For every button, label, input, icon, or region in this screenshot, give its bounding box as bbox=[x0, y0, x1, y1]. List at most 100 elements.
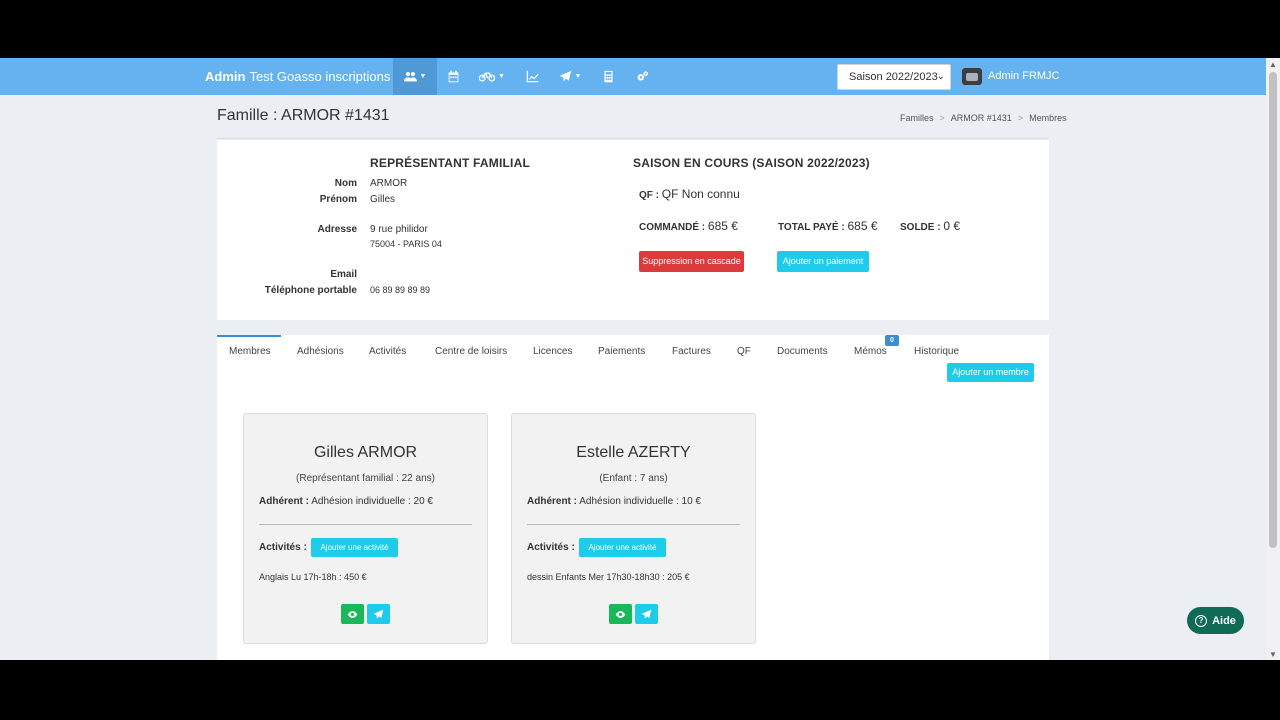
adhesion-value: Adhésion individuelle : 20 € bbox=[311, 496, 433, 507]
divider bbox=[259, 524, 472, 525]
member-role: (Représentant familial : 22 ans) bbox=[296, 473, 435, 484]
tab-paiements[interactable]: Paiements bbox=[598, 346, 645, 357]
season-select-value: Saison 2022/2023 bbox=[849, 71, 938, 83]
message-member-button[interactable] bbox=[635, 604, 658, 624]
app-viewport: Admin Test Goasso inscriptions ▼ ▼ ▼ Sais… bbox=[0, 58, 1280, 660]
adresse-line1: 9 rue philidor bbox=[370, 224, 428, 235]
activity-item: dessin Enfants Mer 17h30-18h30 : 205 € bbox=[527, 572, 690, 582]
nav-activities-menu[interactable]: ▼ bbox=[476, 58, 508, 95]
qf-info: QF : QF Non connu bbox=[639, 187, 740, 201]
telephone-value: 06 89 89 89 89 bbox=[370, 285, 431, 295]
nav-members-menu[interactable]: ▼ bbox=[393, 58, 437, 95]
activities-label: Activités : bbox=[259, 542, 307, 553]
tab-membres[interactable]: Membres bbox=[229, 346, 271, 357]
adhesion-value: Adhésion individuelle : 10 € bbox=[579, 496, 701, 507]
total-paye-value: 685 € bbox=[847, 219, 878, 233]
add-payment-button[interactable]: Ajouter un paiement bbox=[777, 251, 869, 272]
brand-admin: Admin bbox=[205, 69, 246, 84]
nav-messages-menu[interactable]: ▼ bbox=[556, 58, 584, 95]
memo-count-badge: 0 bbox=[885, 335, 899, 346]
activity-item: Anglais Lu 17h-18h : 450 € bbox=[259, 572, 367, 582]
avatar[interactable] bbox=[962, 68, 982, 85]
scroll-down-icon[interactable]: ▼ bbox=[1269, 650, 1277, 659]
nav-calendar[interactable] bbox=[442, 58, 464, 95]
member-card: Gilles ARMOR (Représentant familial : 22… bbox=[243, 413, 488, 644]
nav-settings[interactable] bbox=[631, 58, 653, 95]
breadcrumb-familles[interactable]: Familles bbox=[900, 113, 934, 123]
tab-historique[interactable]: Historique bbox=[914, 346, 959, 357]
paper-plane-icon bbox=[641, 609, 652, 619]
nav-stats[interactable] bbox=[521, 58, 543, 95]
member-adhesion: Adhérent : Adhésion individuelle : 10 € bbox=[527, 496, 701, 507]
brand[interactable]: Admin Test Goasso inscriptions bbox=[205, 58, 390, 95]
tab-adhesions[interactable]: Adhésions bbox=[297, 346, 344, 357]
adhesion-label: Adhérent : bbox=[527, 496, 577, 507]
eye-icon bbox=[615, 610, 626, 618]
member-adhesion: Adhérent : Adhésion individuelle : 20 € bbox=[259, 496, 433, 507]
solde-label: SOLDE : bbox=[900, 222, 941, 233]
season-heading: SAISON EN COURS (SAISON 2022/2023) bbox=[633, 156, 870, 170]
add-member-button[interactable]: Ajouter un membre bbox=[947, 363, 1034, 382]
page-title: Famille : ARMOR #1431 bbox=[217, 107, 390, 124]
commande-value: 685 € bbox=[707, 219, 738, 233]
brand-title: Test Goasso inscriptions bbox=[249, 69, 391, 84]
users-icon bbox=[403, 71, 417, 82]
commande-info: COMMANDÉ : 685 € bbox=[639, 219, 738, 233]
adresse-label: Adresse bbox=[317, 224, 357, 235]
chevron-down-icon: ▼ bbox=[419, 73, 427, 80]
member-role: (Enfant : 7 ans) bbox=[599, 473, 668, 484]
season-select[interactable]: Saison 2022/2023 ⌄ bbox=[837, 64, 951, 90]
family-panel: REPRÉSENTANT FAMILIAL Nom ARMOR Prénom G… bbox=[217, 140, 1049, 320]
line-chart-icon bbox=[526, 70, 539, 83]
total-paye-label: TOTAL PAYÉ : bbox=[778, 222, 845, 233]
help-button[interactable]: ? Aide bbox=[1187, 607, 1244, 634]
page-scrollbar[interactable]: ▲ ▼ bbox=[1266, 58, 1280, 660]
breadcrumb-famille[interactable]: ARMOR #1431 bbox=[951, 113, 1012, 123]
message-member-button[interactable] bbox=[367, 604, 390, 624]
commande-label: COMMANDÉ : bbox=[639, 222, 706, 233]
qf-value: QF Non connu bbox=[661, 187, 740, 201]
calculator-icon bbox=[603, 70, 613, 83]
telephone-label: Téléphone portable bbox=[264, 285, 357, 296]
prenom-label: Prénom bbox=[319, 194, 357, 205]
tab-qf[interactable]: QF bbox=[737, 346, 751, 357]
tab-documents[interactable]: Documents bbox=[777, 346, 828, 357]
help-label: Aide bbox=[1212, 614, 1236, 627]
adhesion-label: Adhérent : bbox=[259, 496, 309, 507]
chevron-down-icon: ▼ bbox=[574, 73, 582, 80]
chevron-down-icon: ▼ bbox=[498, 73, 505, 80]
breadcrumb: Familles > ARMOR #1431 > Membres bbox=[900, 113, 1067, 123]
tabs-panel: Membres Adhésions Activités Centre de lo… bbox=[217, 335, 1049, 660]
paper-plane-icon bbox=[373, 609, 384, 619]
breadcrumb-separator: > bbox=[1017, 113, 1024, 123]
cogs-icon bbox=[637, 71, 648, 81]
email-label: Email bbox=[330, 269, 357, 280]
view-member-button[interactable] bbox=[609, 604, 632, 624]
member-name: Estelle AZERTY bbox=[576, 444, 691, 461]
adresse-line2: 75004 - PARIS 04 bbox=[370, 239, 442, 249]
user-menu[interactable]: Admin FRMJC bbox=[988, 58, 1060, 95]
question-circle-icon: ? bbox=[1195, 614, 1208, 627]
scroll-up-icon[interactable]: ▲ bbox=[1269, 60, 1277, 69]
add-activity-button[interactable]: Ajouter une activité bbox=[311, 538, 398, 557]
representative-heading: REPRÉSENTANT FAMILIAL bbox=[370, 156, 530, 170]
tab-factures[interactable]: Factures bbox=[672, 346, 711, 357]
nom-label: Nom bbox=[334, 178, 357, 189]
tab-licences[interactable]: Licences bbox=[533, 346, 572, 357]
nav-accounting[interactable] bbox=[597, 58, 619, 95]
qf-label: QF : bbox=[639, 190, 659, 201]
scrollbar-thumb[interactable] bbox=[1269, 72, 1277, 548]
prenom-value: Gilles bbox=[370, 194, 396, 205]
paper-plane-icon bbox=[559, 70, 571, 82]
activities-label: Activités : bbox=[527, 542, 575, 553]
member-card: Estelle AZERTY (Enfant : 7 ans) Adhérent… bbox=[511, 413, 756, 644]
tab-activites[interactable]: Activités bbox=[369, 346, 406, 357]
delete-cascade-button[interactable]: Suppression en cascade bbox=[639, 251, 744, 272]
add-activity-button[interactable]: Ajouter une activité bbox=[579, 538, 666, 557]
tab-memos[interactable]: Mémos bbox=[854, 346, 887, 357]
breadcrumb-current: Membres bbox=[1029, 113, 1067, 123]
view-member-button[interactable] bbox=[341, 604, 364, 624]
member-name: Gilles ARMOR bbox=[313, 444, 418, 461]
tab-centre-de-loisirs[interactable]: Centre de loisirs bbox=[435, 346, 507, 357]
divider bbox=[527, 524, 740, 525]
